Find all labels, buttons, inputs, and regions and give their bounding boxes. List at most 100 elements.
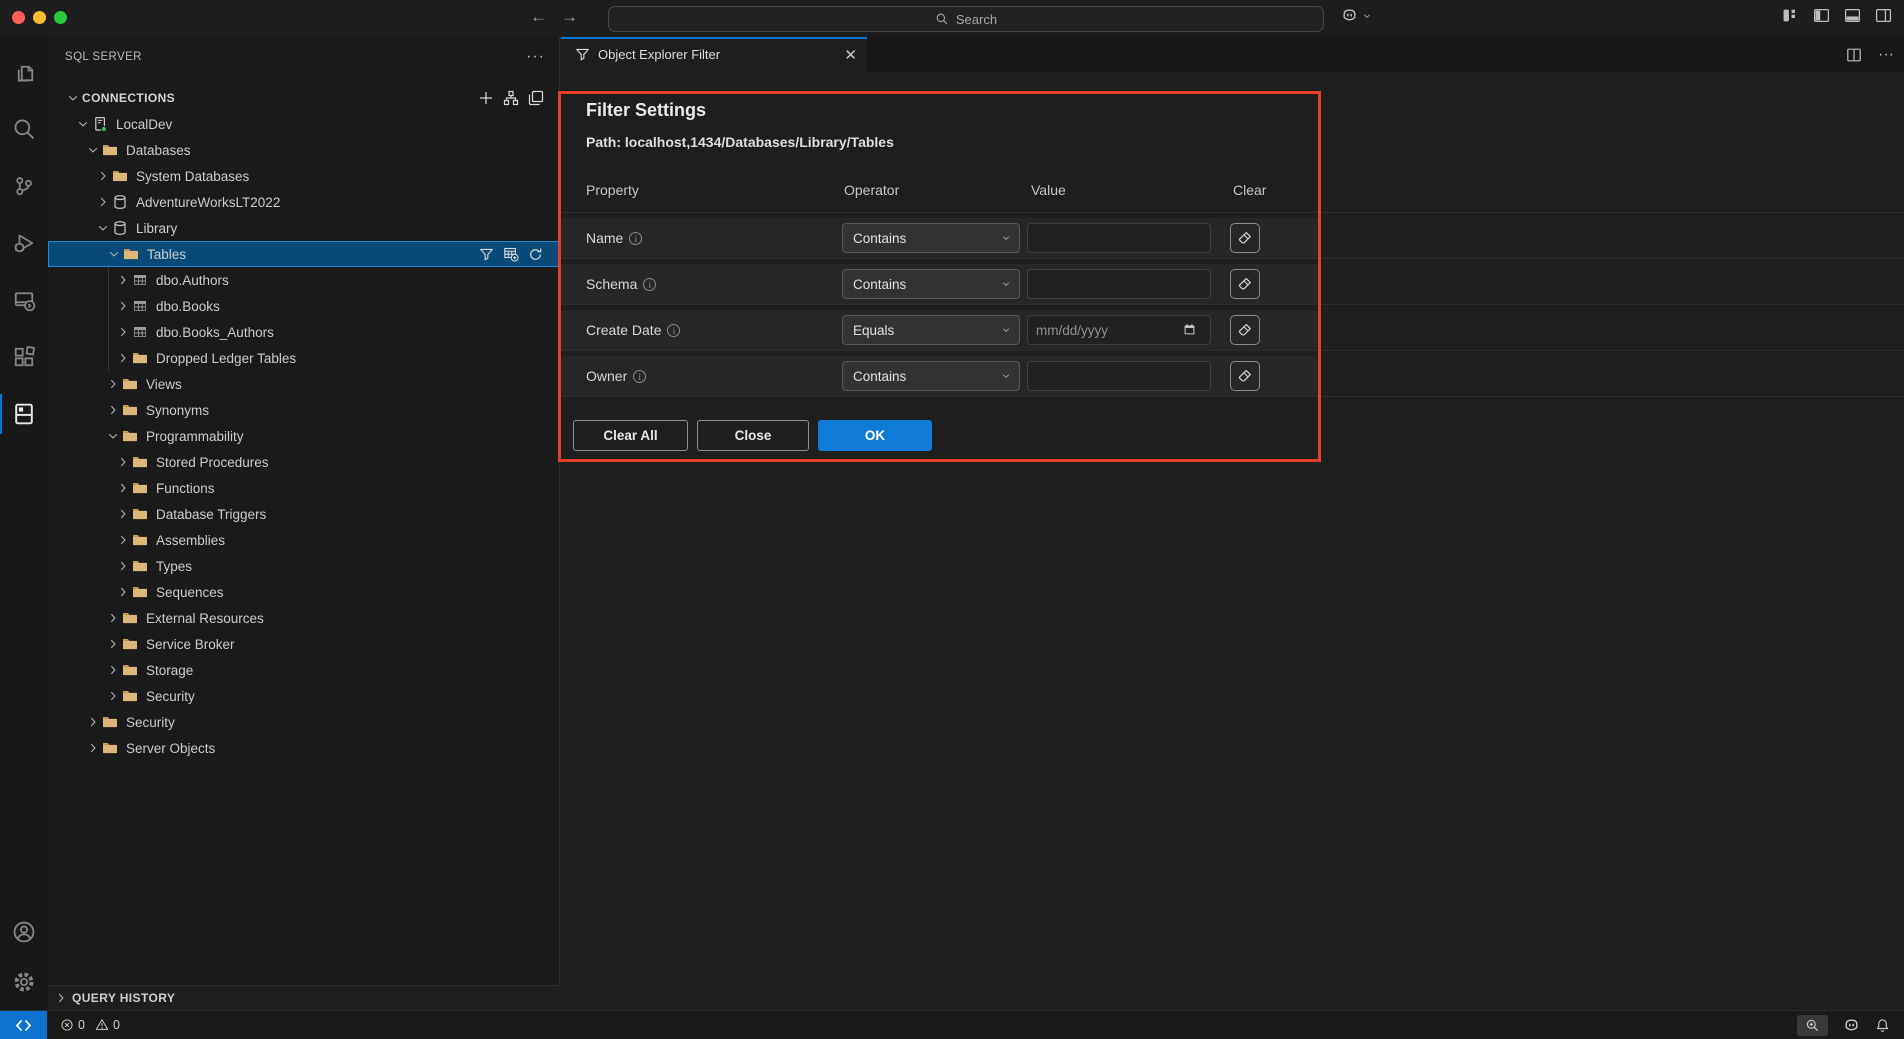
settings-icon [12,970,36,994]
filter-property-label: Schema [586,276,637,292]
minimize-window-button[interactable] [33,11,46,24]
value-input-schema[interactable] [1027,269,1211,299]
tree-item-tables[interactable]: Tables [48,241,560,267]
remote-indicator[interactable] [0,1011,47,1039]
problems-status[interactable]: 0 0 [60,1018,126,1032]
navigate-forward-icon[interactable]: → [561,7,578,27]
zoom-window-button[interactable] [54,11,67,24]
split-editor-icon[interactable] [1846,47,1862,63]
tree-item-dbo-books-authors[interactable]: dbo.Books_Authors [48,319,560,345]
tree-item-types[interactable]: Types [48,553,560,579]
tree-item-database-triggers[interactable]: Database Triggers [48,501,560,527]
ok-button[interactable]: OK [818,420,932,451]
search-icon [12,117,36,141]
clear-row-button-owner[interactable] [1230,361,1260,391]
zoom-status-button[interactable] [1797,1015,1828,1036]
close-window-button[interactable] [12,11,25,24]
tree-item-functions[interactable]: Functions [48,475,560,501]
activity-item-extensions[interactable] [0,333,48,381]
tree-item-library[interactable]: Library [48,215,560,241]
tree-item-programmability[interactable]: Programmability [48,423,560,449]
clear-row-button-name[interactable] [1230,223,1260,253]
value-input-create-date[interactable] [1027,315,1211,345]
tree-item-adventureworkslt2022[interactable]: AdventureWorksLT2022 [48,189,560,215]
activity-item-run-and-debug[interactable] [0,219,48,267]
query-history-section[interactable]: QUERY HISTORY [48,985,560,1010]
activity-item-remote-explorer[interactable] [0,276,48,324]
clear-row-button-create-date[interactable] [1230,315,1260,345]
operator-select-name[interactable]: Contains [842,223,1020,253]
add-connection-icon[interactable] [478,90,494,106]
tree-item-server-objects[interactable]: Server Objects [48,735,560,761]
customize-layout-icon[interactable] [1782,7,1799,24]
search-input[interactable]: Search [608,6,1324,32]
info-icon: i [633,370,646,383]
tree-item-dbo-authors[interactable]: dbo.Authors [48,267,560,293]
tree-item-synonyms[interactable]: Synonyms [48,397,560,423]
refresh-icon[interactable] [528,247,543,262]
toggle-secondary-sidebar-icon[interactable] [1875,7,1892,24]
folder-icon [132,480,149,496]
filter-icon[interactable] [479,247,494,262]
tree-item-security[interactable]: Security [48,683,560,709]
navigate-back-icon[interactable]: ← [530,7,547,27]
tree-item-label: Sequences [156,585,224,600]
tree-item-storage[interactable]: Storage [48,657,560,683]
close-tab-icon[interactable]: ✕ [844,46,857,64]
tree-item-dropped-ledger-tables[interactable]: Dropped Ledger Tables [48,345,560,371]
tree-item-label: Programmability [146,429,244,444]
activity-item-accounts[interactable] [0,908,48,956]
tree-item-system-databases[interactable]: System Databases [48,163,560,189]
value-input-name[interactable] [1027,223,1211,253]
tree-item-connections[interactable]: CONNECTIONS [48,85,560,111]
zoom-in-icon [1805,1018,1820,1033]
source-control-icon [12,174,36,198]
tree-item-service-broker[interactable]: Service Broker [48,631,560,657]
tree-item-stored-procedures[interactable]: Stored Procedures [48,449,560,475]
editor-more-actions-icon[interactable]: ··· [1878,46,1894,64]
chevron-right-icon [116,533,132,547]
value-input-owner[interactable] [1027,361,1211,391]
connection-group-icon[interactable] [503,90,519,106]
tree-item-assemblies[interactable]: Assemblies [48,527,560,553]
operator-select-schema[interactable]: Contains [842,269,1020,299]
toggle-primary-sidebar-icon[interactable] [1813,7,1830,24]
chevron-down-icon [96,221,112,235]
activity-item-source-control[interactable] [0,162,48,210]
tree-item-security[interactable]: Security [48,709,560,735]
form-row-separator [561,304,1904,305]
activity-item-sql-server[interactable] [0,390,48,438]
sidebar-more-actions-icon[interactable]: ··· [526,48,545,66]
clear-all-button[interactable]: Clear All [573,420,688,451]
search-icon [935,12,949,26]
new-connection-window-icon[interactable] [528,90,544,106]
tree-item-databases[interactable]: Databases [48,137,560,163]
chevron-right-icon [116,299,132,313]
filter-settings-document: Filter Settings Path: localhost,1434/Dat… [561,72,1904,1010]
tree-item-localdev[interactable]: LocalDev [48,111,560,137]
chevron-down-icon [1001,371,1011,381]
tree-item-external-resources[interactable]: External Resources [48,605,560,631]
copilot-status-icon[interactable] [1842,1017,1861,1034]
activity-item-explorer[interactable] [0,48,48,96]
tab-object-explorer-filter[interactable]: Object Explorer Filter ✕ [561,37,867,72]
tree-item-dbo-books[interactable]: dbo.Books [48,293,560,319]
chevron-down-icon [1001,279,1011,289]
toggle-panel-icon[interactable] [1844,7,1861,24]
folder-icon [122,662,139,678]
copilot-menu[interactable] [1340,7,1372,24]
tree-item-label: Security [146,689,195,704]
tree-item-label: Types [156,559,192,574]
operator-select-create-date[interactable]: Equals [842,315,1020,345]
tree-item-views[interactable]: Views [48,371,560,397]
notifications-bell-icon[interactable] [1875,1018,1890,1033]
close-button[interactable]: Close [697,420,809,451]
new-table-icon[interactable] [503,246,519,262]
operator-select-owner[interactable]: Contains [842,361,1020,391]
clear-row-button-schema[interactable] [1230,269,1260,299]
tree-item-sequences[interactable]: Sequences [48,579,560,605]
folder-icon [112,168,129,184]
chevron-right-icon [106,403,122,417]
activity-item-search[interactable] [0,105,48,153]
activity-item-settings[interactable] [0,958,48,1006]
